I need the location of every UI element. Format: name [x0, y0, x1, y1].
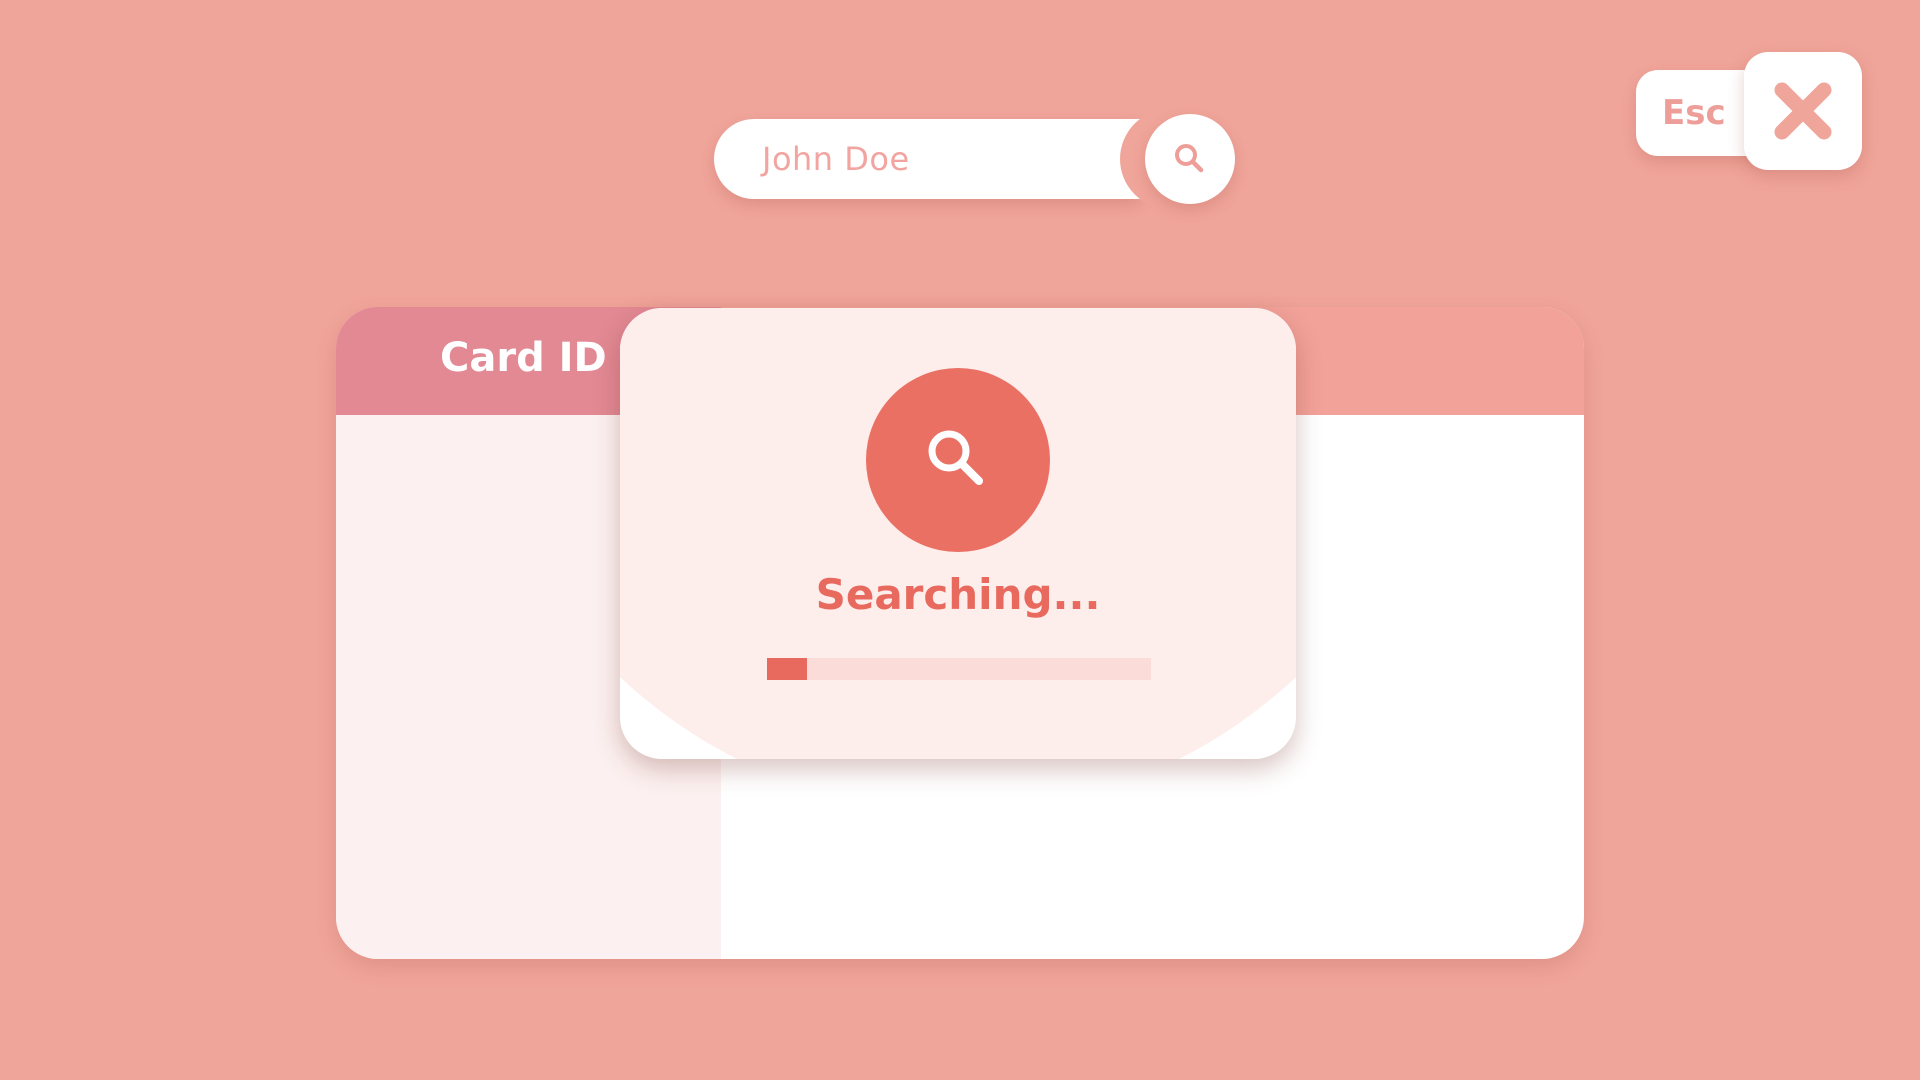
modal-icon-badge	[866, 368, 1050, 552]
esc-label: Esc	[1662, 93, 1726, 133]
close-button[interactable]	[1744, 52, 1862, 170]
search-icon	[1175, 144, 1204, 173]
searching-modal: Searching...	[620, 308, 1296, 759]
search-button[interactable]	[1145, 114, 1235, 204]
search-progress-fill	[767, 658, 808, 680]
card-id-label: Card ID	[440, 335, 607, 381]
search-screen: John Doe Esc Card ID Searching...	[0, 0, 1920, 1080]
search-input[interactable]: John Doe	[714, 119, 1140, 199]
searching-status-text: Searching...	[815, 570, 1101, 619]
search-icon	[928, 430, 983, 485]
close-icon	[1774, 82, 1832, 140]
search-progress-bar	[767, 658, 1151, 680]
search-input-value: John Doe	[762, 140, 910, 178]
